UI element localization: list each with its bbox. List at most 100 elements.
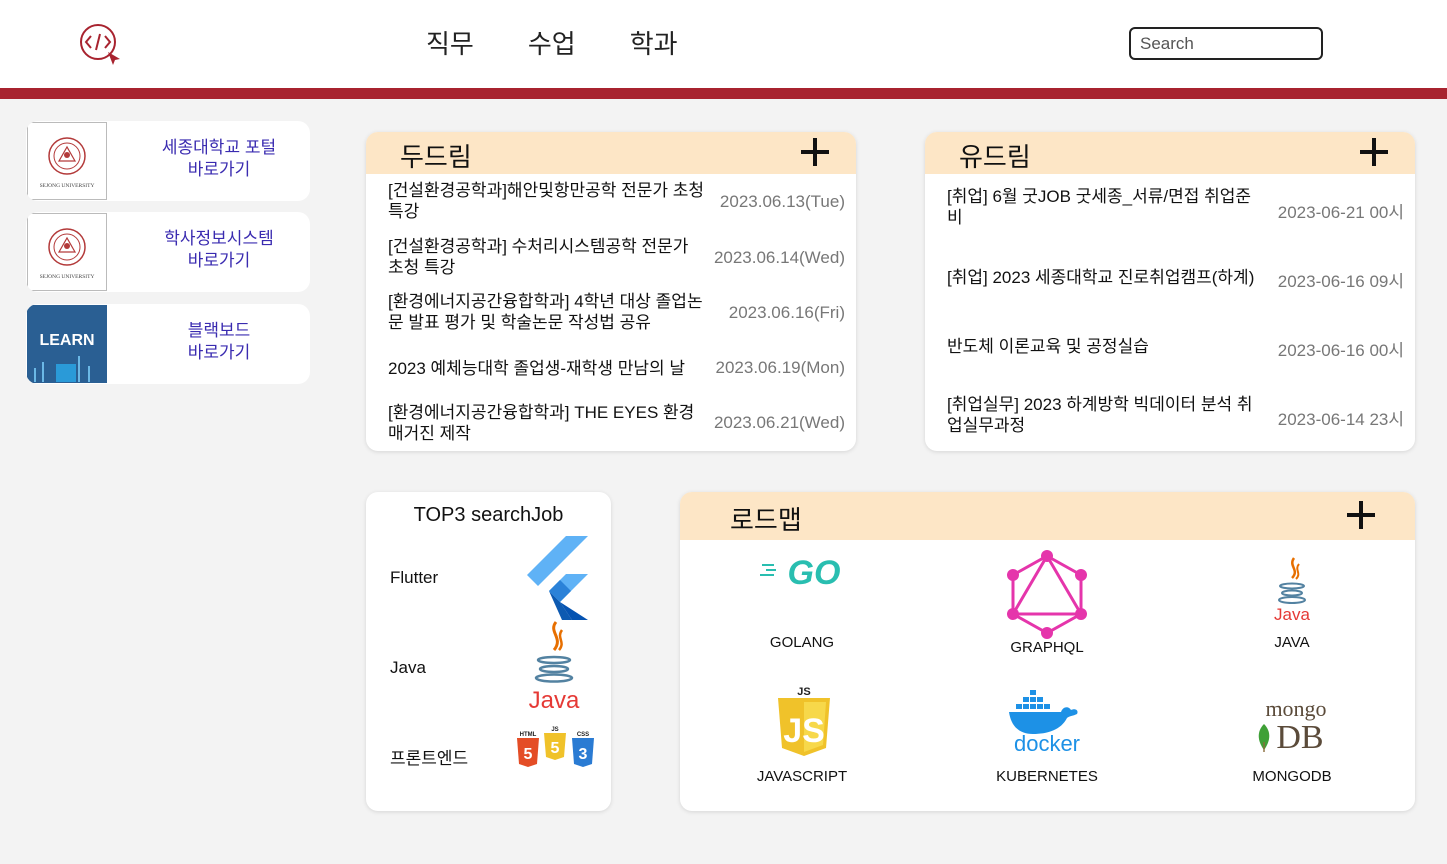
academic-system-link-line1: 학사정보시스템 (164, 229, 274, 248)
list-item-date: 2023-06-16 09시 (1277, 272, 1404, 291)
top3-search-job-panel: TOP3 searchJob Flutter Java Java 프론트엔드 H… (366, 492, 611, 811)
roadmap-add-icon[interactable] (1345, 499, 1377, 531)
academic-system-link-line2: 바로가기 (187, 251, 251, 270)
list-item-title: [건설환경공학과] 수처리시스템공학 전문가 초청 특강 (388, 237, 689, 277)
yudream-header: 유드림 (925, 132, 1415, 174)
list-item-date: 2023-06-21 00시 (1277, 203, 1404, 222)
list-item-title: 반도체 이론교육 및 공정실습 (947, 337, 1149, 356)
roadmap-item-label: JAVASCRIPT (756, 768, 848, 785)
list-item[interactable]: [건설환경공학과]해안및항만공학 전문가 초청 특강 2023.06.13(Tu… (366, 180, 856, 224)
roadmap-header: 로드맵 (680, 492, 1415, 540)
javascript-logo-icon: JS JS (778, 686, 830, 756)
yudream-panel: 유드림 [취업] 6월 굿JOB 굿세종_서류/면접 취업준비 2023-06-… (925, 132, 1415, 451)
academic-system-link-label: 학사정보시스템 바로가기 (132, 228, 306, 272)
roadmap-item-kubernetes[interactable]: docker KUBERNETES (967, 684, 1127, 788)
top3-item-java[interactable]: Java (390, 658, 426, 678)
svg-text:CSS: CSS (577, 732, 589, 738)
blackboard-link-line2: 바로가기 (187, 343, 251, 362)
portal-link-label: 세종대학교 포털 바로가기 (132, 137, 306, 181)
roadmap-panel: 로드맵 GO GOLANG GRAPHQL Java JAVA JS JS JA… (680, 492, 1415, 811)
svg-text:Java: Java (1274, 605, 1310, 624)
header-accent-bar (0, 88, 1447, 99)
dodream-title: 두드림 (400, 142, 472, 172)
yudream-title: 유드림 (959, 142, 1031, 172)
graphql-logo-icon (1007, 550, 1087, 639)
top3-item-frontend[interactable]: 프론트엔드 (390, 744, 468, 769)
nav-department[interactable]: 학과 (630, 24, 678, 61)
list-item-date: 2023.06.19(Mon) (715, 358, 845, 377)
svg-text:5: 5 (524, 746, 533, 763)
svg-text:mongo: mongo (1265, 698, 1326, 721)
roadmap-item-javascript[interactable]: JS JS JAVASCRIPT (722, 684, 882, 788)
docker-logo-icon: docker (1009, 690, 1080, 754)
nav-class[interactable]: 수업 (528, 24, 576, 61)
list-item[interactable]: [취업실무] 2023 하계방학 빅데이터 분석 취업실무과정 2023-06-… (925, 394, 1415, 438)
list-item-date: 2023-06-14 23시 (1277, 410, 1404, 429)
svg-text:HTML: HTML (520, 732, 537, 738)
svg-text:LEARN: LEARN (39, 332, 94, 349)
dodream-add-icon[interactable] (799, 136, 831, 168)
code-logo-icon[interactable] (78, 22, 122, 66)
list-item-date: 2023.06.16(Fri) (728, 303, 845, 322)
list-item-title: [취업] 2023 세종대학교 진로취업캠프(하계) (947, 268, 1255, 287)
svg-text:DB: DB (1276, 719, 1323, 752)
svg-text:GO: GO (788, 554, 841, 590)
svg-text:SEJONG UNIVERSITY: SEJONG UNIVERSITY (40, 183, 95, 189)
roadmap-title: 로드맵 (730, 505, 802, 535)
list-item-date: 2023-06-16 00시 (1277, 341, 1404, 360)
nav-job[interactable]: 직무 (426, 24, 474, 61)
html-css-js-logo-icon: HTML 5 JS 5 CSS 3 (517, 727, 594, 767)
top3-item-flutter[interactable]: Flutter (390, 568, 438, 588)
java-logo-icon: Java (1274, 557, 1310, 624)
list-item-title: [환경에너지공간융합학과] THE EYES 환경매거진 제작 (388, 403, 695, 443)
list-item-title: 2023 예체능대학 졸업생-재학생 만남의 날 (388, 359, 685, 378)
svg-text:docker: docker (1014, 731, 1080, 754)
svg-text:JS: JS (551, 727, 558, 733)
list-item-date: 2023.06.13(Tue) (719, 192, 845, 211)
list-item[interactable]: [환경에너지공간융합학과] THE EYES 환경매거진 제작 2023.06.… (366, 402, 856, 446)
svg-text:3: 3 (579, 746, 588, 763)
mongodb-logo-icon: mongo DB (1258, 698, 1327, 752)
list-item-title: [취업] 6월 굿JOB 굿세종_서류/면접 취업준비 (947, 187, 1251, 227)
list-item-title: [환경에너지공간융합학과] 4학년 대상 졸업논문 발표 평가 및 학술논문 작… (388, 292, 703, 332)
list-item[interactable]: [건설환경공학과] 수처리시스템공학 전문가 초청 특강 2023.06.14(… (366, 236, 856, 280)
dodream-panel: 두드림 [건설환경공학과]해안및항만공학 전문가 초청 특강 2023.06.1… (366, 132, 856, 451)
blackboard-link-card[interactable]: LEARN 블랙보드 바로가기 (26, 304, 310, 384)
roadmap-item-label: JAVA (1274, 634, 1310, 651)
list-item[interactable]: 2023 예체능대학 졸업생-재학생 만남의 날 2023.06.19(Mon) (366, 356, 856, 380)
roadmap-item-golang[interactable]: GO GOLANG (722, 548, 882, 652)
roadmap-item-graphql[interactable]: GRAPHQL (967, 548, 1127, 656)
roadmap-item-label: GRAPHQL (1010, 639, 1084, 656)
list-item-title: [취업실무] 2023 하계방학 빅데이터 분석 취업실무과정 (947, 395, 1253, 435)
roadmap-item-label: MONGODB (1252, 768, 1332, 785)
list-item-date: 2023.06.21(Wed) (713, 413, 845, 432)
search-input[interactable] (1129, 27, 1323, 60)
java-logo-icon: Java (529, 621, 580, 714)
roadmap-item-mongodb[interactable]: mongo DB MONGODB (1212, 684, 1372, 788)
svg-text:5: 5 (551, 740, 560, 757)
roadmap-item-java[interactable]: Java JAVA (1212, 548, 1372, 652)
academic-system-link-card[interactable]: SEJONG UNIVERSITY 학사정보시스템 바로가기 (26, 212, 310, 292)
blackboard-link-label: 블랙보드 바로가기 (132, 320, 306, 364)
roadmap-item-label: GOLANG (769, 634, 835, 651)
main-nav: 직무 수업 학과 (426, 24, 678, 61)
svg-text:SEJONG UNIVERSITY: SEJONG UNIVERSITY (40, 274, 95, 280)
list-item-title: [건설환경공학과]해안및항만공학 전문가 초청 특강 (388, 181, 705, 221)
flutter-logo-icon (527, 536, 588, 620)
portal-link-card[interactable]: SEJONG UNIVERSITY 세종대학교 포털 바로가기 (26, 121, 310, 201)
sejong-seal-logo: SEJONG UNIVERSITY (27, 122, 107, 200)
list-item-date: 2023.06.14(Wed) (713, 248, 845, 267)
list-item[interactable]: [취업] 2023 세종대학교 진로취업캠프(하계) 2023-06-16 09… (925, 266, 1415, 291)
yudream-add-icon[interactable] (1358, 136, 1390, 168)
list-item[interactable]: 반도체 이론교육 및 공정실습 2023-06-16 00시 (925, 335, 1415, 360)
svg-text:JS: JS (783, 712, 825, 750)
top-header: 직무 수업 학과 (0, 0, 1447, 88)
list-item[interactable]: [환경에너지공간융합학과] 4학년 대상 졸업논문 발표 평가 및 학술논문 작… (366, 291, 856, 335)
svg-text:Java: Java (529, 687, 580, 714)
blackboard-link-line1: 블랙보드 (187, 321, 251, 340)
roadmap-item-label: KUBERNETES (996, 768, 1098, 785)
list-item[interactable]: [취업] 6월 굿JOB 굿세종_서류/면접 취업준비 2023-06-21 0… (925, 186, 1415, 230)
portal-link-line2: 바로가기 (187, 160, 251, 179)
blackboard-learn-logo: LEARN (27, 305, 107, 383)
top3-title: TOP3 searchJob (413, 504, 564, 526)
